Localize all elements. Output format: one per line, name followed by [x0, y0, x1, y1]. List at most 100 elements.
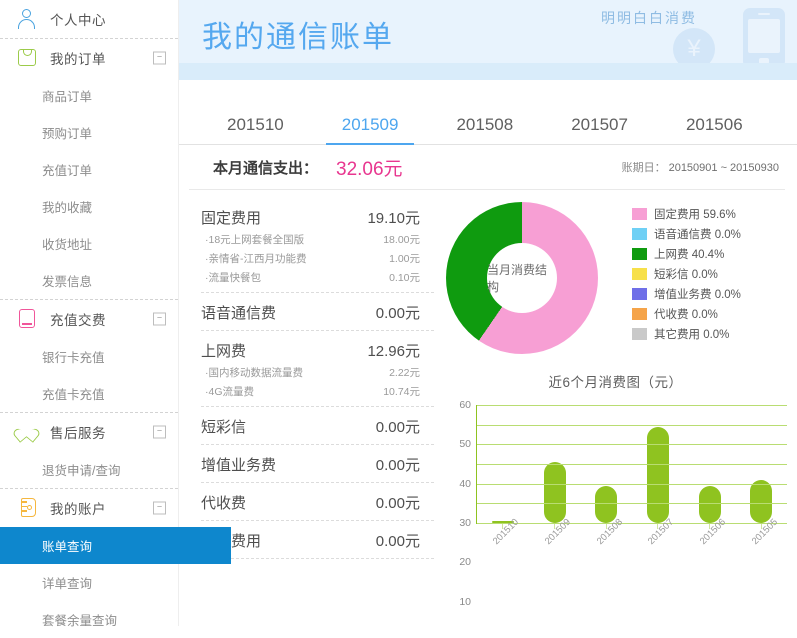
bar[interactable] — [543, 462, 566, 523]
sidebar-group-header[interactable]: 售后服务 − — [0, 413, 178, 451]
tab-201505[interactable]: 201505 — [779, 115, 797, 144]
fee-value: 0.00元 — [375, 419, 420, 436]
sidebar-group-my-account: 我的账户 − 账单查询 详单查询 套餐余量查询 — [0, 488, 231, 638]
legend-item[interactable]: 短彩信 0.0% — [632, 264, 741, 284]
tab-201508[interactable]: 201508 — [434, 115, 535, 144]
sidebar-item-recharge-card[interactable]: 充值卡充值 — [0, 375, 178, 412]
gridline: 20 — [459, 483, 787, 568]
gridline: 50 — [459, 424, 787, 450]
fee-subrow: ·流量快餐包 0.10元 — [201, 266, 434, 285]
sidebar-group-label: 个人中心 — [50, 13, 106, 28]
sidebar-item-package-balance-query[interactable]: 套餐余量查询 — [0, 601, 178, 638]
x-tick-cell: 201509 — [528, 517, 580, 570]
legend-item[interactable]: 固定费用 59.6% — [632, 204, 741, 224]
legend-swatch — [632, 268, 647, 280]
fee-subrow: ·18元上网套餐全国版 18.00元 — [201, 228, 434, 247]
x-tick-cell: 201506 — [683, 517, 735, 570]
fee-subrow: ·国内移动数据流量费 2.22元 — [201, 361, 434, 380]
header-accent-band — [179, 63, 797, 80]
sidebar-item-shipping-address[interactable]: 收货地址 — [0, 225, 178, 262]
sidebar-group-personal-center[interactable]: 个人中心 — [0, 0, 178, 38]
tab-201510[interactable]: 201510 — [205, 115, 306, 144]
billing-period: 账期日： 20150901 ~ 20150930 — [622, 159, 779, 175]
y-axis-tick: 30 — [459, 517, 471, 529]
sidebar-group-label: 我的账户 — [50, 502, 106, 517]
bar[interactable] — [646, 426, 669, 523]
collapse-toggle-icon[interactable]: − — [153, 312, 166, 326]
fee-name: 固定费用 — [201, 210, 262, 227]
tab-201506[interactable]: 201506 — [664, 115, 765, 144]
legend-item[interactable]: 语音通信费 0.0% — [632, 224, 741, 244]
fee-name: 上网费 — [201, 343, 247, 360]
legend-item[interactable]: 上网费 40.4% — [632, 244, 741, 264]
tab-201507[interactable]: 201507 — [549, 115, 650, 144]
fee-value: 12.96元 — [367, 343, 420, 360]
fee-sub-name: ·18元上网套餐全国版 — [205, 234, 305, 246]
fee-sub-value: 0.10元 — [389, 272, 420, 284]
sidebar-item-product-order[interactable]: 商品订单 — [0, 77, 178, 114]
fee-group-sms: 短彩信 0.00元 — [201, 407, 434, 445]
fee-value: 0.00元 — [375, 305, 420, 322]
fee-value: 0.00元 — [375, 533, 420, 550]
page-title: 我的通信账单 — [202, 21, 394, 54]
donut-legend: 固定费用 59.6% 语音通信费 0.0% 上网费 40.4% 短彩信 0.0% 增值业… — [632, 204, 741, 344]
legend-item[interactable]: 增值业务费 0.0% — [632, 284, 741, 304]
sidebar-item-preorder[interactable]: 预购订单 — [0, 114, 178, 151]
fee-row: 语音通信费 0.00元 — [201, 302, 434, 323]
consumption-structure-chart: 当月消费结构 固定费用 59.6% 语音通信费 0.0% 上网费 40.4% 短彩信 … — [434, 190, 797, 365]
billing-period-label: 账期日： — [621, 162, 666, 174]
y-axis-tick: 20 — [459, 556, 471, 569]
fee-subrow: ·4G流量费 10.74元 — [201, 380, 434, 399]
gridline: 40 — [459, 444, 787, 490]
summary-amount: 32.06元 — [336, 158, 403, 180]
y-axis-tick: 60 — [459, 399, 471, 411]
collapse-toggle-icon[interactable]: − — [153, 425, 166, 439]
sidebar-item-invoice-info[interactable]: 发票信息 — [0, 262, 178, 299]
legend-label: 增值业务费 0.0% — [654, 289, 741, 301]
summary-label: 本月通信支出： — [213, 159, 319, 177]
collapse-toggle-icon[interactable]: − — [153, 51, 166, 65]
bar[interactable] — [750, 479, 773, 523]
fee-name: 语音通信费 — [201, 305, 277, 322]
sidebar-item-recharge-order[interactable]: 充值订单 — [0, 151, 178, 188]
main-content: 我的通信账单 明明白白消费 ¥ 201510 201509 201508 201… — [179, 0, 797, 626]
fee-sub-name: ·亲情省-江西月功能费 — [205, 253, 307, 265]
y-axis-tick: 50 — [459, 438, 471, 451]
x-tick-cell: 201505 — [735, 517, 787, 570]
legend-swatch — [632, 288, 647, 300]
sidebar-group-header[interactable]: 个人中心 — [0, 0, 178, 38]
gridline: 60 — [459, 399, 787, 411]
bar-chart-x-axis: 201510 201509 201508 201507 201506 201505 — [476, 517, 787, 570]
collapse-toggle-icon[interactable]: − — [153, 501, 166, 515]
fee-row: 固定费用 19.10元 — [201, 207, 434, 228]
sidebar-item-bank-card-recharge[interactable]: 银行卡充值 — [0, 338, 178, 375]
legend-swatch — [632, 328, 647, 340]
sidebar-group-header[interactable]: 充值交费 − — [0, 300, 178, 338]
fee-sub-value: 1.00元 — [389, 253, 420, 265]
billing-period-value: 20150901 ~ 20150930 — [668, 162, 779, 174]
legend-item[interactable]: 其它费用 0.0% — [632, 324, 741, 344]
legend-item[interactable]: 代收费 0.0% — [632, 304, 741, 324]
donut-center-label: 当月消费结构 — [487, 243, 557, 313]
sidebar-group-header[interactable]: 我的订单 − — [0, 39, 178, 77]
sidebar-item-favorites[interactable]: 我的收藏 — [0, 188, 178, 225]
tab-201509[interactable]: 201509 — [320, 115, 421, 145]
fee-row: 代收费 0.00元 — [201, 492, 434, 513]
legend-swatch — [632, 208, 647, 220]
fee-group-other: 其它费用 0.00元 — [201, 521, 434, 559]
six-month-bar-chart: 近6个月消费图（元） 6050403020100 201510201509201… — [434, 365, 797, 608]
legend-swatch — [632, 228, 647, 240]
x-tick-cell: 201507 — [631, 517, 683, 570]
page-header-banner: 我的通信账单 明明白白消费 ¥ — [179, 0, 797, 63]
sidebar-group-header[interactable]: 我的账户 − — [0, 489, 178, 527]
x-tick-cell: 201510 — [476, 517, 528, 570]
phone-icon — [743, 8, 785, 63]
donut-chart: 当月消费结构 — [446, 202, 598, 354]
gridline: 30 — [459, 464, 787, 529]
sidebar-item-detail-query[interactable]: 详单查询 — [0, 564, 178, 601]
sidebar-item-bill-query[interactable]: 账单查询 — [0, 527, 231, 564]
sidebar-item-return-request[interactable]: 退货申请/查询 — [0, 451, 178, 488]
y-axis-tick: 40 — [459, 477, 471, 490]
fee-sub-value: 2.22元 — [389, 367, 420, 379]
fee-sub-value: 18.00元 — [383, 234, 420, 246]
